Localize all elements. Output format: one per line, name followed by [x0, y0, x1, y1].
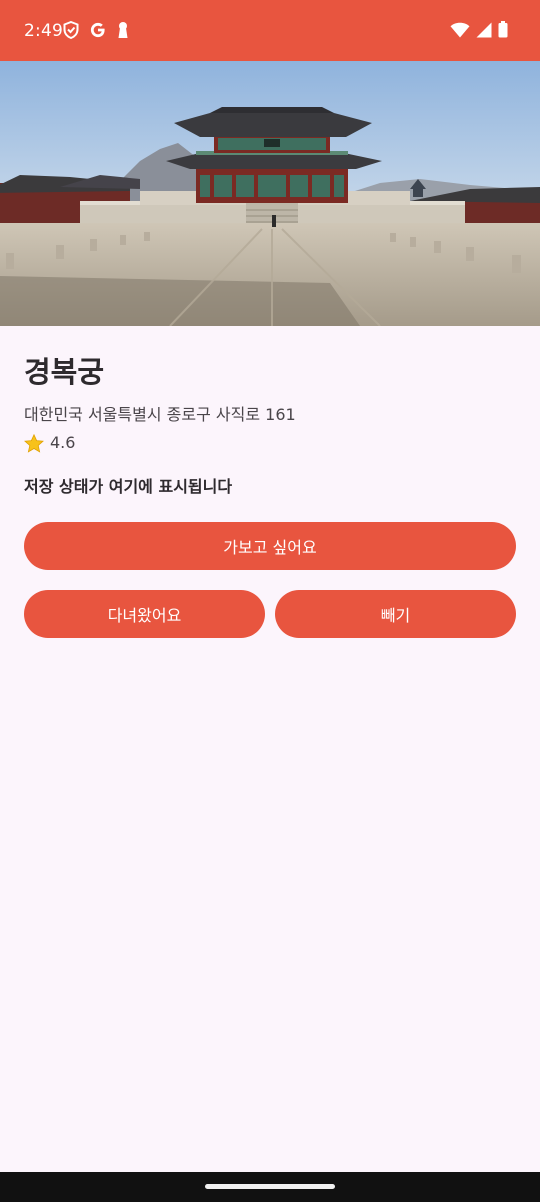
hero-image [0, 61, 540, 326]
rating-row: 4.6 [24, 432, 75, 454]
home-indicator[interactable] [205, 1184, 335, 1189]
google-icon [90, 22, 105, 38]
status-left-icons [63, 21, 129, 39]
wifi-icon [450, 22, 470, 37]
place-address: 대한민국 서울특별시 종로구 사직로 161 [24, 405, 296, 424]
place-name: 경복궁 [24, 355, 105, 389]
visited-button[interactable]: 다녀왔어요 [24, 590, 265, 638]
signal-icon [476, 22, 492, 37]
battery-icon [498, 21, 508, 38]
keyhole-icon [118, 22, 128, 38]
status-bar: 2:49 [0, 0, 540, 61]
rating-value: 4.6 [50, 433, 76, 452]
status-time: 2:49 [24, 21, 63, 41]
status-right-icons [450, 21, 508, 38]
palace-photo [0, 61, 540, 326]
shield-icon [63, 21, 79, 39]
navigation-bar [0, 1172, 540, 1202]
place-detail-screen: 2:49 경복궁 대한민국 서울특별시 종로구 사직로 161 4.6 저장 상… [0, 0, 540, 1202]
star-icon [24, 433, 44, 453]
want-to-go-button[interactable]: 가보고 싶어요 [24, 522, 516, 570]
save-status-text: 저장 상태가 여기에 표시됩니다 [24, 477, 233, 496]
remove-button[interactable]: 빼기 [275, 590, 516, 638]
